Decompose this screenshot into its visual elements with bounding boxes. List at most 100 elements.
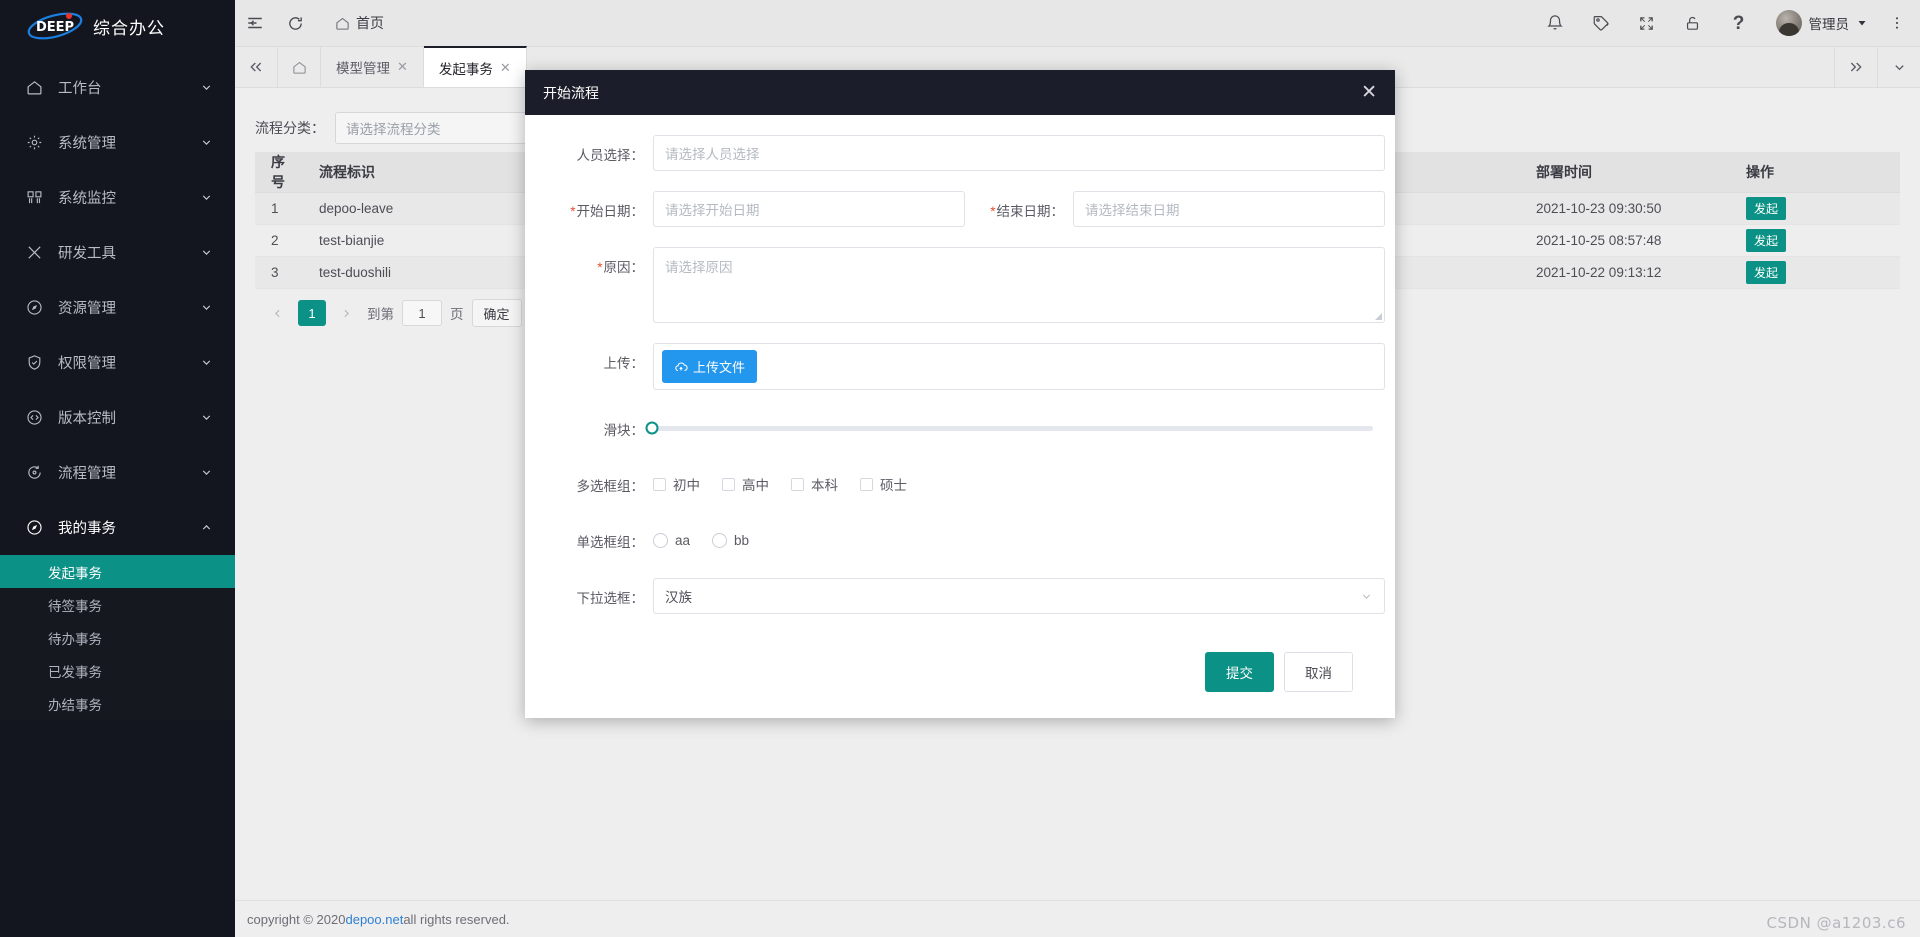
ethnicity-select[interactable]: 汉族	[653, 578, 1385, 614]
checkbox-box[interactable]	[860, 477, 873, 491]
help-icon[interactable]: ?	[1716, 0, 1762, 47]
code-icon	[22, 406, 46, 430]
home-breadcrumb[interactable]: 首页	[335, 13, 384, 33]
upload-dropzone: 上传文件	[653, 343, 1385, 390]
launch-button[interactable]: 发起	[1746, 229, 1787, 252]
tab-initiate-affairs[interactable]: 发起事务 ✕	[423, 46, 527, 87]
checkbox-option-master[interactable]: 硕士	[860, 474, 907, 494]
checkbox-option-junior[interactable]: 初中	[653, 474, 700, 494]
field-control: 上传文件	[653, 343, 1385, 390]
menu-collapse-icon[interactable]	[235, 0, 275, 47]
chevron-down-icon	[200, 411, 213, 424]
dialog-body: 人员选择： 请选择人员选择 开始日期： 请选择开始日期 结束日期： 请选择结束日…	[525, 115, 1395, 640]
slider-track[interactable]	[645, 421, 1373, 435]
chevron-right-icon[interactable]	[334, 307, 359, 320]
field-person-select: 人员选择： 请选择人员选择	[535, 135, 1385, 171]
close-icon[interactable]: ✕	[1361, 83, 1377, 102]
radio-option-bb[interactable]: bb	[712, 532, 749, 548]
compass-icon	[22, 296, 46, 320]
double-chevron-right-icon[interactable]	[1834, 47, 1877, 87]
checkbox-option-bachelor[interactable]: 本科	[791, 474, 838, 494]
page-unit-label: 页	[450, 307, 464, 322]
launch-button[interactable]: 发起	[1746, 261, 1787, 284]
checkbox-box[interactable]	[722, 477, 735, 491]
sidebar-item-dev-tools[interactable]: 研发工具	[0, 225, 235, 280]
cell-index: 3	[255, 256, 303, 289]
app-name: 综合办公	[93, 18, 165, 38]
sidebar-item-permission-management[interactable]: 权限管理	[0, 335, 235, 390]
double-chevron-left-icon[interactable]	[235, 47, 278, 87]
sidebar-item-label: 流程管理	[58, 466, 116, 482]
sidebar-item-process-management[interactable]: 流程管理	[0, 445, 235, 500]
cell-deploy-time: 2021-10-22 09:13:12	[1520, 256, 1730, 289]
sidebar-subitem-completed[interactable]: 办结事务	[0, 687, 235, 720]
tab-label: 模型管理	[336, 61, 390, 76]
column-header-deploy-time: 部署时间	[1520, 152, 1730, 193]
checkbox-box[interactable]	[791, 477, 804, 491]
checkbox-option-senior[interactable]: 高中	[722, 474, 769, 494]
field-control	[645, 410, 1385, 446]
user-menu[interactable]: 管理员	[1762, 10, 1875, 36]
tab-home-button[interactable]	[278, 47, 321, 87]
cell-index: 1	[255, 192, 303, 225]
chevron-down-icon	[200, 81, 213, 94]
sidebar-item-label: 系统管理	[58, 136, 116, 152]
chevron-down-icon	[200, 466, 213, 479]
close-icon[interactable]: ✕	[500, 60, 511, 76]
radio-circle[interactable]	[712, 532, 728, 548]
sidebar-subitem-pending-sign[interactable]: 待签事务	[0, 588, 235, 621]
more-vertical-icon[interactable]	[1874, 0, 1920, 47]
tab-model-management[interactable]: 模型管理 ✕	[321, 47, 424, 87]
sidebar-item-resource-management[interactable]: 资源管理	[0, 280, 235, 335]
dialog-footer: 提交 取消	[525, 640, 1395, 718]
cancel-button[interactable]: 取消	[1284, 652, 1353, 692]
submit-button[interactable]: 提交	[1205, 652, 1274, 692]
sidebar-subitem-label: 发起事务	[48, 565, 102, 581]
sidebar-item-workbench[interactable]: 工作台	[0, 60, 235, 115]
checkbox-box[interactable]	[653, 477, 666, 491]
cell-deploy-time: 2021-10-25 08:57:48	[1520, 224, 1730, 257]
close-icon[interactable]: ✕	[397, 59, 408, 75]
end-date-wrap: 请选择结束日期	[1073, 191, 1385, 227]
lock-icon[interactable]	[1670, 0, 1716, 47]
fullscreen-icon[interactable]	[1624, 0, 1670, 47]
upload-file-button[interactable]: 上传文件	[662, 350, 758, 383]
sidebar-subitem-sent[interactable]: 已发事务	[0, 654, 235, 687]
radio-circle[interactable]	[653, 532, 668, 548]
sidebar-subitem-todo[interactable]: 待办事务	[0, 621, 235, 654]
process-category-select[interactable]: 请选择流程分类	[335, 112, 545, 144]
chevron-down-icon[interactable]	[1877, 47, 1920, 87]
radio-option-aa[interactable]: aa	[653, 532, 690, 548]
person-select-input[interactable]: 请选择人员选择	[653, 135, 1385, 171]
tag-icon[interactable]	[1578, 0, 1624, 47]
reason-textarea[interactable]: 请选择原因	[653, 247, 1385, 323]
cell-operation: 发起	[1730, 192, 1900, 225]
goto-page-input[interactable]: 1	[402, 300, 442, 326]
launch-button[interactable]: 发起	[1746, 197, 1787, 220]
field-select: 下拉选框： 汉族	[535, 578, 1385, 614]
gear-icon	[22, 131, 46, 155]
sidebar-subitem-initiate[interactable]: 发起事务	[0, 555, 235, 588]
page-number-1[interactable]: 1	[298, 300, 326, 326]
end-date-input[interactable]: 请选择结束日期	[1073, 191, 1385, 227]
sidebar-item-system-management[interactable]: 系统管理	[0, 115, 235, 170]
brand-logo[interactable]: DEEP 综合办公	[0, 0, 235, 52]
chevron-down-icon	[1856, 17, 1868, 29]
footer-link[interactable]: depoo.net	[345, 912, 403, 927]
sidebar-item-my-affairs[interactable]: 我的事务	[0, 500, 235, 555]
start-date-input[interactable]: 请选择开始日期	[653, 191, 965, 227]
sidebar-item-system-monitor[interactable]: 系统监控	[0, 170, 235, 225]
checkbox-label: 初中	[673, 478, 700, 493]
sidebar-menu: 工作台 系统管理 系统监控 研发工具 资源管理 权限管理 版本控制 流程管理 我…	[0, 60, 235, 720]
bell-icon[interactable]	[1532, 0, 1578, 47]
sidebar-item-label: 版本控制	[58, 411, 116, 427]
sidebar-subitem-label: 办结事务	[48, 697, 102, 713]
cloud-upload-icon	[674, 360, 688, 374]
tab-bar-right-controls	[1834, 47, 1920, 87]
slider-handle[interactable]	[645, 421, 659, 435]
chevron-left-icon[interactable]	[265, 307, 290, 320]
refresh-icon[interactable]	[275, 0, 315, 47]
sidebar-item-version-control[interactable]: 版本控制	[0, 390, 235, 445]
goto-confirm-button[interactable]: 确定	[471, 299, 522, 327]
upload-button-label: 上传文件	[693, 360, 746, 375]
